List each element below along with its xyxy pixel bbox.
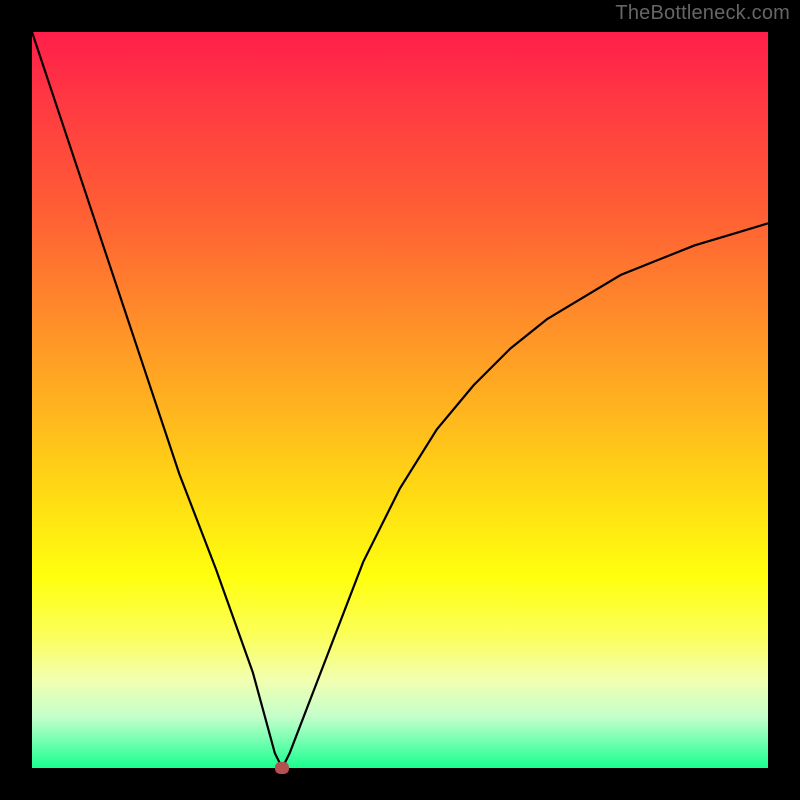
optimal-point-marker — [275, 762, 289, 774]
plot-area — [32, 32, 768, 768]
watermark-text: TheBottleneck.com — [615, 2, 790, 25]
bottleneck-curve — [32, 32, 768, 768]
